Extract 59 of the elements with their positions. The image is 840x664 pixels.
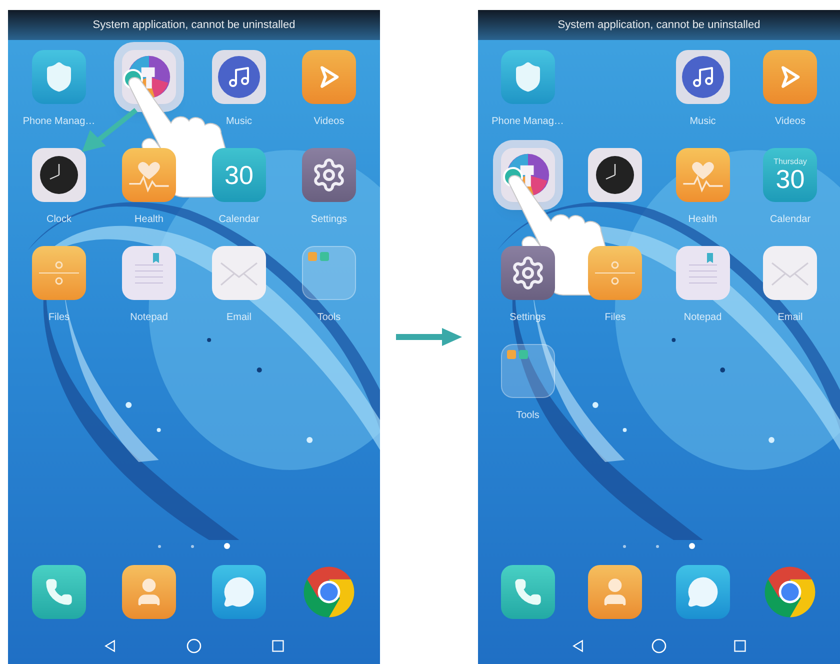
- app-label: Notepad: [684, 311, 722, 325]
- app-label: Tools: [516, 409, 540, 423]
- app-label: Tools: [317, 311, 341, 325]
- app-label: Settings: [510, 311, 546, 325]
- app-label: Phone Manag…: [492, 115, 564, 129]
- app-label: Settings: [310, 213, 348, 227]
- calendar-app-icon[interactable]: Thursday 30: [763, 148, 818, 202]
- app-label: Videos: [775, 115, 806, 129]
- phone-app-icon[interactable]: [32, 565, 86, 619]
- next-step-arrow: [396, 326, 462, 348]
- app-label: Clock: [46, 213, 72, 227]
- play-app-icon[interactable]: [302, 50, 356, 104]
- app-label: Calendar: [770, 213, 811, 227]
- recent-apps-icon[interactable]: [271, 639, 286, 653]
- app-label: Health: [688, 213, 718, 227]
- app-label: Calendar: [218, 213, 260, 227]
- files-app-icon[interactable]: [32, 246, 86, 300]
- music-app-icon[interactable]: [212, 50, 266, 104]
- contacts-app-icon[interactable]: [588, 565, 642, 619]
- app-label: Email: [226, 311, 252, 325]
- app-label: Music: [226, 115, 252, 129]
- back-icon[interactable]: [571, 639, 585, 653]
- play-app-icon[interactable]: [763, 50, 818, 104]
- app-label: Email: [778, 311, 803, 325]
- shield-app-icon[interactable]: [500, 50, 555, 104]
- music-app-icon[interactable]: [676, 50, 730, 104]
- shield-app-icon[interactable]: [32, 50, 86, 104]
- date-text: 30: [776, 166, 805, 192]
- app-label: Files: [48, 311, 70, 325]
- toast-text: System application, cannot be uninstalled: [92, 18, 296, 33]
- date-text: 30: [224, 162, 254, 188]
- messages-app-icon[interactable]: [212, 565, 266, 619]
- weekday-text: Thursday: [774, 158, 807, 166]
- browser-app-icon[interactable]: [301, 564, 357, 620]
- envelope-app-icon[interactable]: [212, 246, 266, 300]
- app-label: Phone Manag…: [22, 115, 96, 129]
- envelope-app-icon[interactable]: [763, 246, 818, 300]
- home-icon[interactable]: [186, 638, 202, 654]
- toast-text: System application, cannot be uninstalled: [558, 18, 760, 33]
- folder-app-icon[interactable]: [500, 344, 555, 398]
- app-label: Files: [604, 311, 626, 325]
- calendar-app-icon[interactable]: 30: [212, 148, 266, 202]
- messages-app-icon[interactable]: [676, 565, 730, 619]
- phone-app-icon[interactable]: [500, 565, 555, 619]
- heart-app-icon[interactable]: [122, 148, 176, 202]
- app-label: Notepad: [130, 311, 168, 325]
- app-label: Music: [690, 115, 716, 129]
- home-icon[interactable]: [651, 638, 667, 654]
- settings-app-icon[interactable]: [500, 246, 555, 300]
- folder-app-icon[interactable]: [302, 246, 356, 300]
- contacts-app-icon[interactable]: [122, 565, 176, 619]
- clock-app-icon[interactable]: [32, 148, 86, 202]
- settings-app-icon[interactable]: [302, 148, 356, 202]
- heart-app-icon[interactable]: [676, 148, 730, 202]
- clock-app-icon[interactable]: [588, 148, 642, 202]
- back-icon[interactable]: [102, 639, 117, 653]
- app-label: Health: [134, 213, 164, 227]
- app-label: Videos: [314, 115, 344, 129]
- recent-apps-icon[interactable]: [733, 639, 747, 653]
